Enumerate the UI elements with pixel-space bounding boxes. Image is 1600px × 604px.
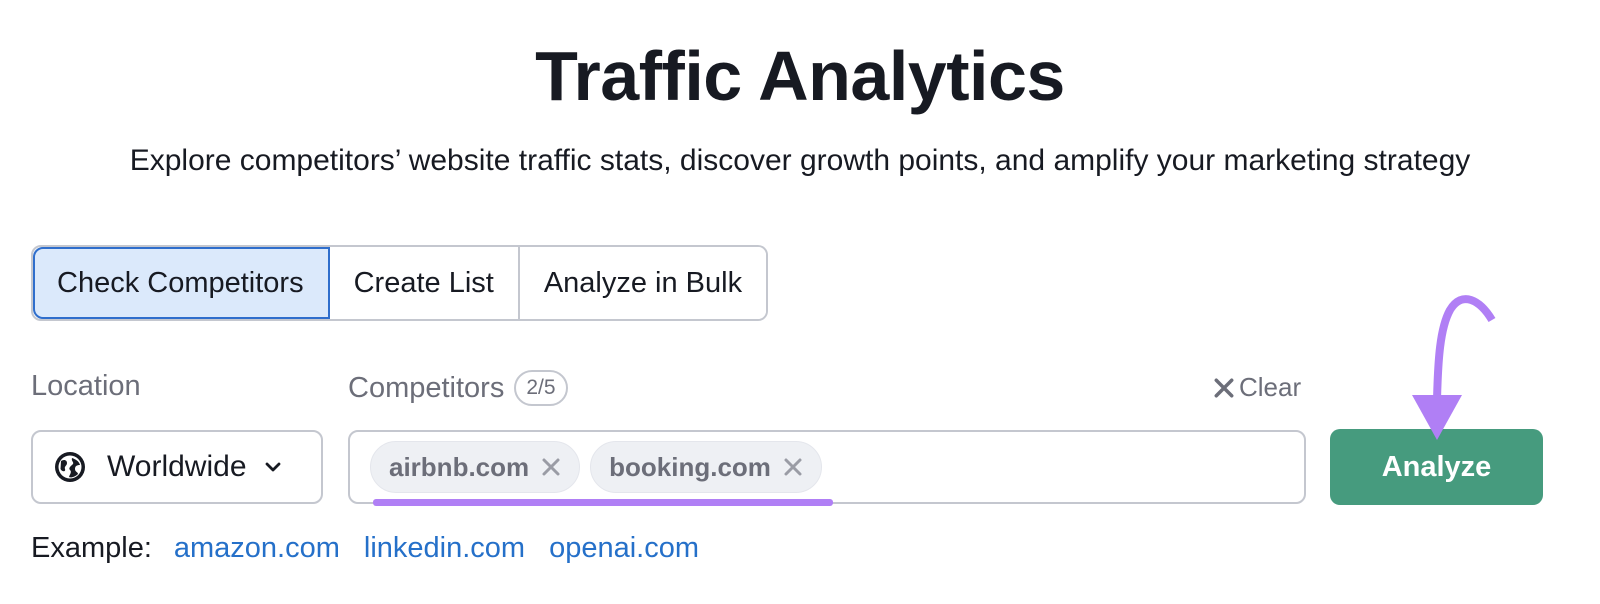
example-link-linkedin[interactable]: linkedin.com	[364, 532, 525, 565]
chip-label: airbnb.com	[389, 451, 530, 482]
page-title: Traffic Analytics	[535, 37, 1065, 115]
chip-label: booking.com	[609, 451, 771, 482]
analyze-button[interactable]: Analyze	[1330, 429, 1543, 505]
page-subtitle: Explore competitors’ website traffic sta…	[129, 144, 1471, 177]
examples-label: Example:	[31, 532, 152, 564]
tab-create-list[interactable]: Create List	[329, 247, 520, 319]
competitors-count-badge: 2/5	[514, 370, 568, 406]
location-value: Worldwide	[107, 450, 247, 483]
example-link-openai[interactable]: openai.com	[549, 532, 699, 565]
mode-tabs: Check Competitors Create List Analyze in…	[31, 245, 769, 321]
tab-check-competitors[interactable]: Check Competitors	[33, 247, 330, 319]
tab-analyze-in-bulk[interactable]: Analyze in Bulk	[519, 247, 767, 319]
competitor-chip: booking.com	[590, 441, 822, 493]
globe-icon	[55, 452, 85, 482]
location-select[interactable]: Worldwide	[31, 430, 323, 504]
remove-chip-icon[interactable]	[783, 457, 803, 477]
example-link-amazon[interactable]: amazon.com	[174, 532, 340, 565]
location-label: Location	[31, 370, 141, 402]
clear-button[interactable]: Clear	[1213, 372, 1301, 403]
annotation-arrow-icon	[1412, 295, 1496, 440]
competitors-label-group: Competitors 2/5	[348, 370, 568, 406]
annotation-underline	[373, 499, 833, 506]
close-icon	[1214, 378, 1234, 397]
remove-chip-icon[interactable]	[541, 457, 561, 477]
clear-label: Clear	[1239, 372, 1302, 402]
competitors-input[interactable]: airbnb.com booking.com	[348, 430, 1306, 504]
examples-row: Example: amazon.com linkedin.com openai.…	[31, 532, 723, 565]
competitor-chip: airbnb.com	[370, 441, 581, 493]
competitors-label: Competitors	[348, 371, 505, 404]
chevron-down-icon	[265, 462, 280, 472]
